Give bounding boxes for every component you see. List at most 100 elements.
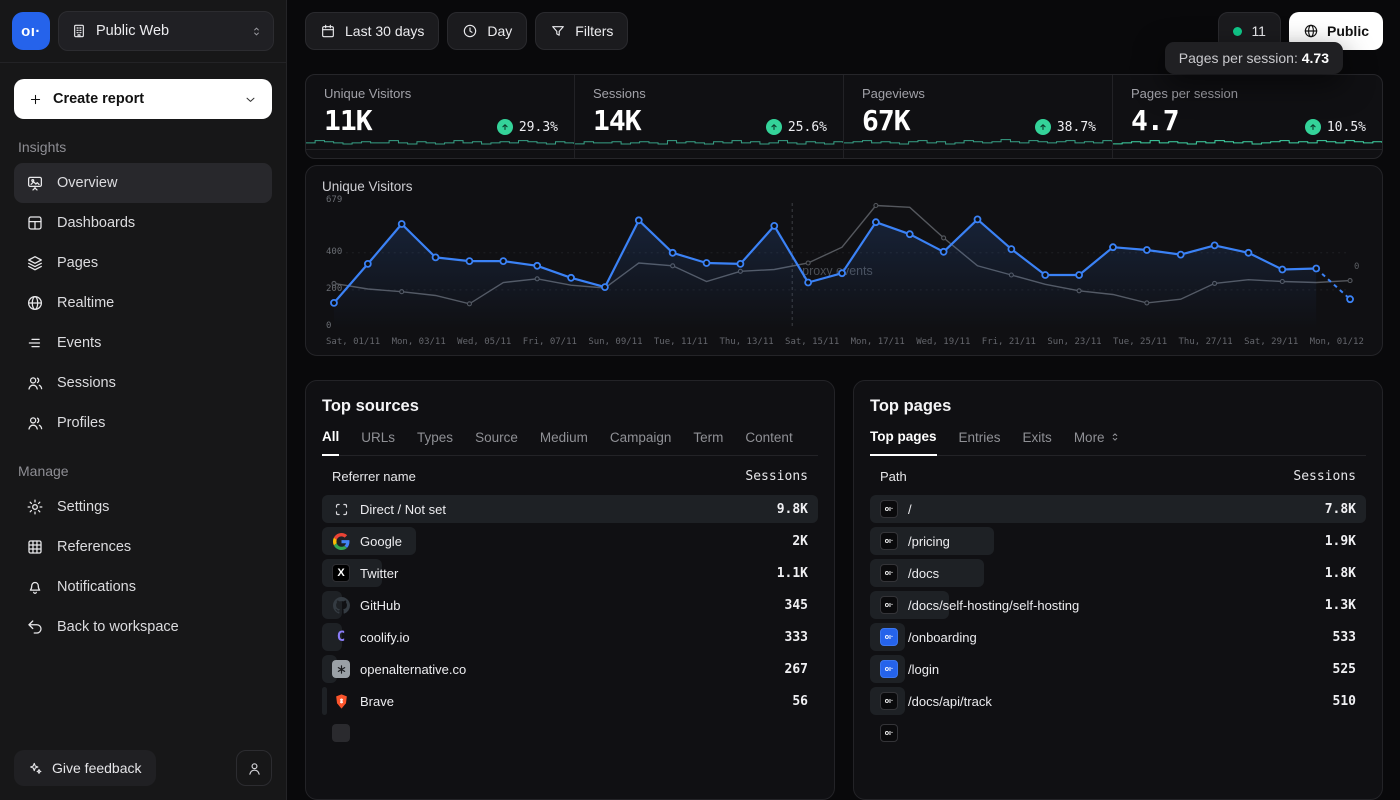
visitors-line-chart[interactable]: proxy events06794002000 — [322, 197, 1368, 335]
app-logo[interactable]: oı· — [12, 12, 50, 50]
live-sessions-card[interactable]: 19 sessions last 30 min1 — [1113, 150, 1382, 159]
tab-exits[interactable]: Exits — [1023, 429, 1052, 455]
sidebar-item-settings[interactable]: Settings — [14, 487, 272, 527]
profiles-icon — [26, 414, 44, 432]
workspace-selector[interactable]: Public Web — [58, 11, 274, 51]
create-report-button[interactable]: Create report — [14, 79, 272, 119]
table-row[interactable]: GitHub345 — [322, 591, 818, 619]
table-row[interactable]: oı·/onboarding533 — [870, 623, 1366, 651]
tab-content[interactable]: Content — [745, 429, 792, 455]
row-value: 1.8K — [1325, 566, 1356, 581]
globe-icon — [1303, 23, 1319, 39]
tab-medium[interactable]: Medium — [540, 429, 588, 455]
table-row[interactable]: Direct / Not set9.8K — [322, 495, 818, 523]
tab-urls[interactable]: URLs — [361, 429, 395, 455]
table-row[interactable]: oı·/docs/api/track510 — [870, 687, 1366, 715]
row-label: Google — [360, 534, 402, 549]
settings-icon — [26, 498, 44, 516]
sidebar-item-label: Dashboards — [57, 215, 135, 231]
stat-sparkline — [844, 134, 1112, 149]
date-range-button[interactable]: Last 30 days — [305, 12, 439, 50]
arrow-up-icon — [1305, 119, 1321, 135]
row-label: Twitter — [360, 566, 398, 581]
live-count: 11 — [1251, 23, 1266, 39]
openalternative-icon — [332, 660, 350, 678]
sidebar-item-realtime[interactable]: Realtime — [14, 283, 272, 323]
funnel-icon — [550, 23, 566, 39]
x-axis-tick: Mon, 17/11 — [851, 337, 905, 347]
site-favicon: oı· — [880, 564, 898, 582]
table-row[interactable]: oı·/docs/self-hosting/self-hosting1.3K — [870, 591, 1366, 619]
twitter-x-icon: X — [332, 564, 350, 582]
overview-icon — [26, 174, 44, 192]
sidebar-item-overview[interactable]: Overview — [14, 163, 272, 203]
table-row[interactable]: oı·/login525 — [870, 655, 1366, 683]
building-icon — [71, 23, 87, 39]
tab-entries[interactable]: Entries — [959, 429, 1001, 455]
top-pages-panel: Top pagesTop pagesEntriesExitsMorePathSe… — [853, 380, 1383, 800]
table-row[interactable] — [322, 719, 818, 747]
tab-top-pages[interactable]: Top pages — [870, 429, 937, 456]
x-axis-tick: Fri, 21/11 — [982, 337, 1036, 347]
x-axis-tick: Sun, 23/11 — [1047, 337, 1101, 347]
chevron-updown-icon — [250, 25, 263, 38]
x-axis-tick: Sat, 01/11 — [326, 337, 380, 347]
sidebar-item-sessions[interactable]: Sessions — [14, 363, 272, 403]
stat-card-sessions[interactable]: Sessions14K25.6% — [575, 75, 844, 150]
tab-campaign[interactable]: Campaign — [610, 429, 672, 455]
stat-card-revenue[interactable]: Revenue$0 — [844, 150, 1113, 159]
create-report-label: Create report — [53, 91, 144, 107]
table-row[interactable]: Ccoolify.io333 — [322, 623, 818, 651]
profile-button[interactable] — [236, 750, 272, 786]
table-row[interactable]: Brave56 — [322, 687, 818, 715]
give-feedback-button[interactable]: Give feedback — [14, 750, 156, 786]
stat-card-bounce-rate[interactable]: Bounce Rate48%5.9% — [306, 150, 575, 159]
tab-more[interactable]: More — [1074, 429, 1121, 455]
stat-card-session-duration[interactable]: Session Duration6m 36s5.8% — [575, 150, 844, 159]
row-value: 345 — [785, 598, 808, 613]
filters-button[interactable]: Filters — [535, 12, 628, 50]
sparkles-icon — [28, 761, 43, 776]
table-row[interactable]: oı· — [870, 719, 1366, 747]
table-row[interactable]: Google2K — [322, 527, 818, 555]
y-axis-tick: 400 — [326, 247, 342, 257]
sidebar-item-pages[interactable]: Pages — [14, 243, 272, 283]
sidebar-item-dashboards[interactable]: Dashboards — [14, 203, 272, 243]
table-row[interactable]: openalternative.co267 — [322, 655, 818, 683]
table-row[interactable]: oı·/docs1.8K — [870, 559, 1366, 587]
row-value: 525 — [1333, 662, 1356, 677]
x-axis-tick: Tue, 11/11 — [654, 337, 708, 347]
direct-scan-icon — [332, 500, 350, 518]
change-badge: 38.7% — [1035, 119, 1096, 135]
sidebar-item-events[interactable]: Events — [14, 323, 272, 363]
stat-sparkline — [306, 134, 574, 149]
table-row[interactable]: XTwitter1.1K — [322, 559, 818, 587]
site-favicon: oı· — [880, 692, 898, 710]
sidebar-item-references[interactable]: References — [14, 527, 272, 567]
row-label: /pricing — [908, 534, 950, 549]
stat-sparkline — [575, 134, 843, 149]
svg-text:0: 0 — [1354, 262, 1359, 272]
x-axis-tick: Tue, 25/11 — [1113, 337, 1167, 347]
x-axis-tick: Sun, 09/11 — [588, 337, 642, 347]
sidebar-item-notifications[interactable]: Notifications — [14, 567, 272, 607]
granularity-button[interactable]: Day — [447, 12, 527, 50]
tab-source[interactable]: Source — [475, 429, 518, 455]
x-axis-tick: Wed, 05/11 — [457, 337, 511, 347]
table-row[interactable]: oı·/pricing1.9K — [870, 527, 1366, 555]
stat-card-pageviews[interactable]: Pageviews67K38.7% — [844, 75, 1113, 150]
table-row[interactable]: oı·/7.8K — [870, 495, 1366, 523]
row-value: 267 — [785, 662, 808, 677]
stat-card-pages-per-session[interactable]: Pages per session4.710.5% — [1113, 75, 1382, 150]
stat-card-unique-visitors[interactable]: Unique Visitors11K29.3% — [306, 75, 575, 150]
sessions-icon — [26, 374, 44, 392]
row-label: /docs/api/track — [908, 694, 992, 709]
tab-types[interactable]: Types — [417, 429, 453, 455]
tab-term[interactable]: Term — [693, 429, 723, 455]
unknown-icon — [332, 724, 350, 742]
tab-all[interactable]: All — [322, 429, 339, 456]
sidebar-item-back-to-workspace[interactable]: Back to workspace — [14, 607, 272, 647]
clock-icon — [462, 23, 478, 39]
panel-tabs: All URLs Types Source Medium Campaign Term Cont… — [322, 429, 818, 456]
sidebar-item-profiles[interactable]: Profiles — [14, 403, 272, 443]
